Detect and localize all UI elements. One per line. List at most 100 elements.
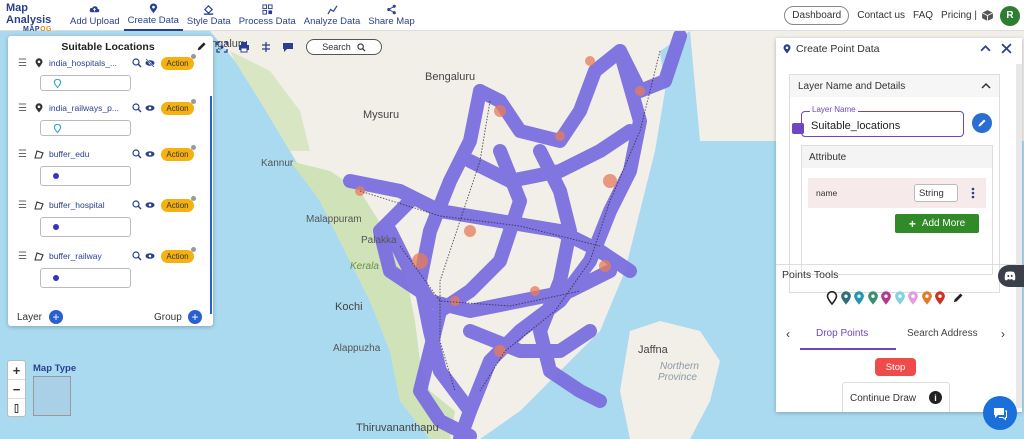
ruler-icon	[14, 404, 19, 413]
search-label: Search	[322, 42, 351, 52]
pin-color-icon[interactable]	[921, 291, 933, 305]
map-search-button[interactable]: Search	[306, 39, 382, 55]
pin-color-icon[interactable]	[880, 291, 892, 305]
map-label: Kannur	[261, 158, 294, 169]
faq-link[interactable]: FAQ	[913, 10, 933, 21]
visibility-off-icon[interactable]	[145, 58, 155, 68]
zoom-to-layer-icon[interactable]	[132, 103, 142, 113]
dashboard-button[interactable]: Dashboard	[784, 6, 850, 25]
attribute-name[interactable]: name	[816, 188, 914, 198]
map-label: Alappuzha	[333, 343, 381, 354]
add-layer-button[interactable]: +	[49, 310, 63, 324]
nav-add-upload[interactable]: Add Upload	[66, 0, 124, 31]
layer-name-input[interactable]: Suitable_locations	[801, 111, 964, 137]
pin-color-icon[interactable]	[867, 291, 879, 305]
layer-row[interactable]: ☰ buffer_edu Action	[18, 144, 210, 162]
add-more-button[interactable]: + Add More	[895, 214, 979, 233]
drag-handle-icon[interactable]: ☰	[18, 200, 28, 211]
layer-row[interactable]: ☰ india_railways_p... Action	[18, 98, 210, 116]
chat-support-icon[interactable]	[983, 396, 1017, 430]
pin-color-icon[interactable]	[840, 291, 852, 305]
layer-legend	[40, 217, 131, 237]
panel-scrollbar[interactable]	[210, 96, 212, 314]
polygon-layer-icon	[34, 150, 44, 159]
panel-scrollbar[interactable]	[1016, 64, 1022, 408]
drag-handle-icon[interactable]: ☰	[18, 251, 28, 262]
layer-row[interactable]: ☰ buffer_hospital Action	[18, 195, 210, 213]
divider	[776, 264, 1022, 265]
contact-link[interactable]: Contact us	[857, 10, 905, 21]
fullscreen-icon[interactable]	[216, 41, 228, 53]
stop-button[interactable]: Stop	[875, 358, 916, 376]
attribute-type-select[interactable]: String	[914, 184, 958, 202]
map-type-thumbnail[interactable]	[33, 376, 71, 416]
continue-draw-toggle[interactable]: Continue Draw i	[842, 382, 950, 412]
nav-label: Add Upload	[70, 16, 120, 27]
layer-action-button[interactable]: Action	[161, 53, 196, 70]
nav-style-data[interactable]: Style Data	[183, 0, 235, 31]
tab-next-arrow[interactable]: ›	[1001, 327, 1005, 341]
pin-color-icon[interactable]	[853, 291, 865, 305]
layer-name[interactable]: buffer_hospital	[49, 200, 129, 210]
more-vertical-icon[interactable]	[968, 187, 978, 199]
zoom-to-layer-icon[interactable]	[132, 251, 142, 261]
visibility-icon[interactable]	[145, 251, 155, 261]
user-avatar[interactable]: R	[1000, 5, 1020, 26]
drag-handle-icon[interactable]: ☰	[18, 149, 28, 160]
zoom-to-layer-icon[interactable]	[132, 149, 142, 159]
cube-icon[interactable]	[981, 9, 994, 22]
app-logo[interactable]: Map Analysis MAPOG	[6, 2, 64, 33]
layer-action-button[interactable]: Action	[161, 246, 196, 263]
map-label: Thiruvananthapu	[356, 422, 439, 434]
legend-dot	[53, 224, 59, 230]
visibility-icon[interactable]	[145, 200, 155, 210]
chevron-up-icon[interactable]	[981, 81, 991, 91]
layer-action-button[interactable]: Action	[161, 144, 196, 161]
draw-pencil-icon[interactable]	[952, 291, 964, 305]
edit-pencil-icon[interactable]	[196, 41, 207, 52]
layers-tool-icon[interactable]	[260, 41, 272, 53]
nav-analyze-data[interactable]: Analyze Data	[300, 0, 365, 31]
pricing-link[interactable]: Pricing |	[941, 10, 977, 21]
tab-prev-arrow[interactable]: ‹	[786, 327, 790, 341]
pin-color-icon[interactable]	[894, 291, 906, 305]
nav-share-map[interactable]: Share Map	[364, 0, 418, 31]
drag-handle-icon[interactable]: ☰	[18, 103, 28, 114]
close-icon[interactable]	[1001, 43, 1012, 54]
layer-details-card: Layer Name and Details Suitable_location…	[789, 74, 1000, 293]
print-icon[interactable]	[238, 41, 250, 53]
nav-label: Share Map	[368, 16, 415, 27]
ruler-button[interactable]	[8, 399, 25, 418]
pin-color-icon[interactable]	[934, 291, 946, 305]
card-header[interactable]: Layer Name and Details	[790, 75, 999, 97]
nav-create-data[interactable]: Create Data	[123, 0, 183, 31]
pin-outline-icon[interactable]	[826, 291, 838, 305]
nav-process-data[interactable]: Process Data	[235, 0, 300, 31]
layer-name[interactable]: india_railways_p...	[49, 103, 129, 113]
logo-title: Map Analysis	[6, 2, 52, 26]
layer-action-button[interactable]: Action	[161, 195, 196, 212]
layer-row[interactable]: ☰ india_hospitals_... Action	[18, 53, 210, 71]
zoom-out-button[interactable]: −	[8, 380, 25, 399]
layer-name[interactable]: india_hospitals_...	[49, 58, 129, 68]
drag-handle-icon[interactable]: ☰	[18, 58, 28, 69]
discord-icon[interactable]	[998, 265, 1024, 287]
visibility-icon[interactable]	[145, 149, 155, 159]
add-group-button[interactable]: +	[188, 310, 202, 324]
edit-name-button[interactable]	[972, 113, 992, 133]
visibility-icon[interactable]	[145, 103, 155, 113]
info-icon[interactable]: i	[929, 391, 942, 404]
zoom-to-layer-icon[interactable]	[132, 58, 142, 68]
layer-name[interactable]: buffer_railway	[49, 251, 129, 261]
zoom-in-button[interactable]: +	[8, 361, 25, 380]
tab-drop-points[interactable]: Drop Points	[816, 328, 868, 339]
layer-name[interactable]: buffer_edu	[49, 149, 129, 159]
pin-color-icon[interactable]	[907, 291, 919, 305]
layer-action-button[interactable]: Action	[161, 98, 196, 115]
chevron-up-icon[interactable]	[980, 43, 991, 54]
process-grid-icon	[262, 4, 273, 15]
zoom-to-layer-icon[interactable]	[132, 200, 142, 210]
layer-row[interactable]: ☰ buffer_railway Action	[18, 246, 210, 264]
tab-search-address[interactable]: Search Address	[907, 328, 978, 339]
comment-icon[interactable]	[282, 41, 294, 53]
